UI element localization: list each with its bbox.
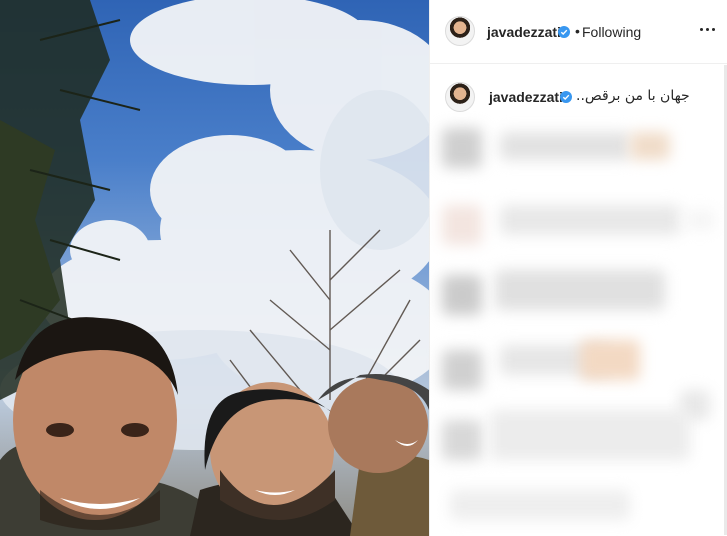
- blurred-comment: [450, 490, 630, 520]
- blurred-avatar: [442, 275, 482, 315]
- post-photo[interactable]: [0, 0, 429, 536]
- blurred-comment: [500, 132, 630, 160]
- caption-username-link[interactable]: javadezzati: [489, 89, 563, 105]
- separator-dot: •: [575, 23, 580, 39]
- post-header: javadezzati • Following: [430, 0, 727, 64]
- more-options-icon[interactable]: [700, 28, 718, 34]
- blurred-comment: [495, 270, 665, 310]
- blurred-comment: [500, 205, 680, 235]
- username-link[interactable]: javadezzati: [487, 24, 561, 40]
- blurred-avatar: [442, 420, 482, 460]
- following-button[interactable]: Following: [582, 24, 641, 40]
- avatar[interactable]: [445, 16, 475, 46]
- caption-text: جهان با من برقص..: [576, 88, 690, 104]
- blurred-comment: [685, 210, 715, 230]
- post-side-panel: javadezzati • Following javadezzati جهان…: [429, 0, 727, 536]
- blurred-comment: [580, 340, 640, 380]
- caption-avatar[interactable]: [445, 82, 475, 112]
- blurred-comment: [490, 410, 690, 460]
- blurred-avatar: [442, 128, 482, 168]
- photo-illustration: [0, 0, 429, 536]
- verified-badge-icon: [558, 26, 570, 38]
- blurred-avatar: [442, 350, 482, 390]
- caption-verified-badge-icon: [560, 91, 572, 103]
- blurred-comments: [430, 110, 727, 536]
- blurred-comment: [630, 132, 670, 160]
- blurred-avatar: [442, 205, 482, 245]
